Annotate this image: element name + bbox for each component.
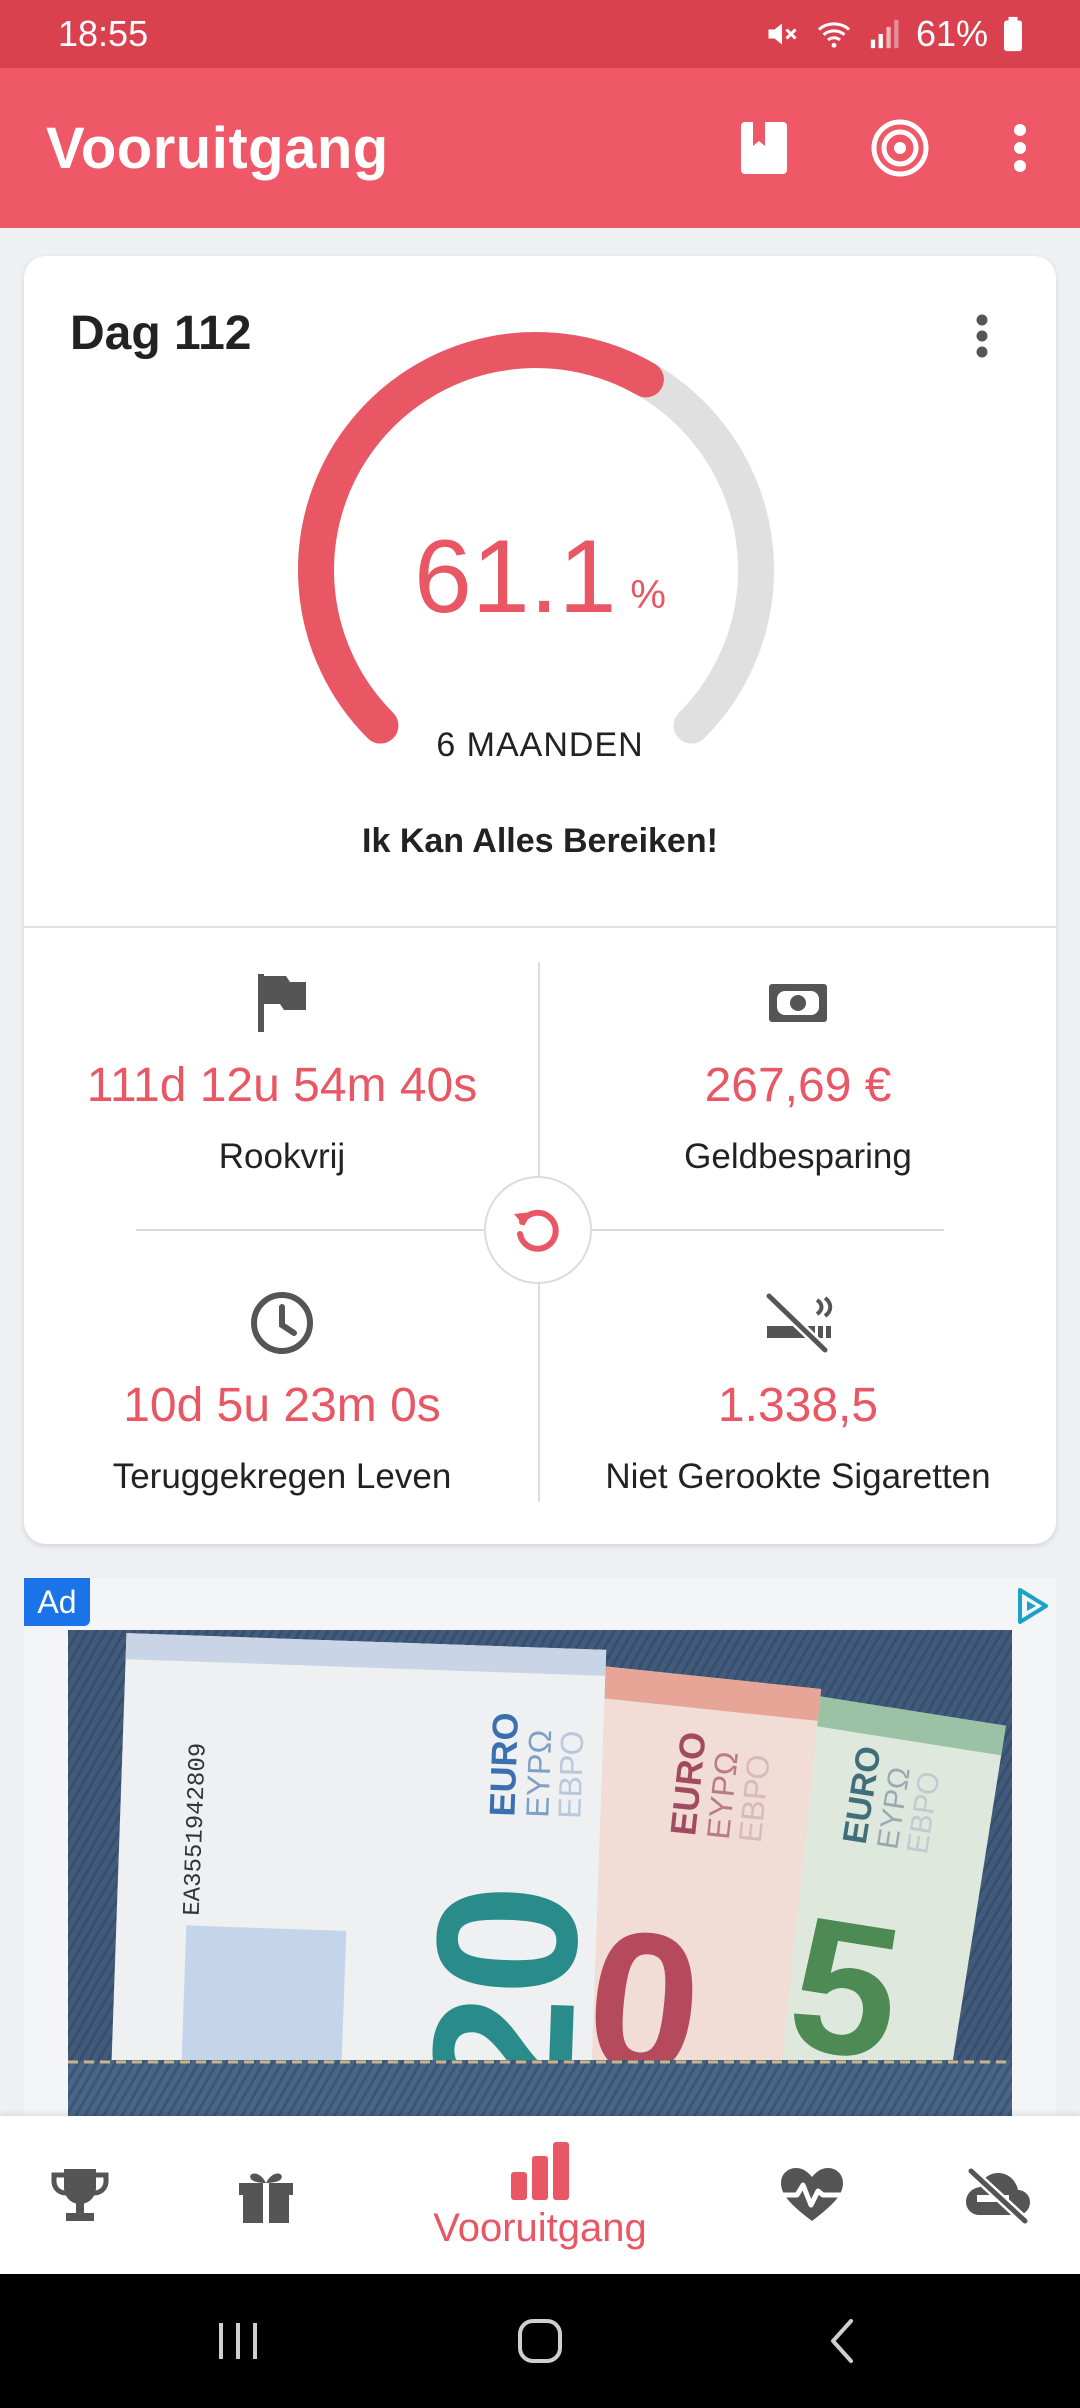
mute-icon	[768, 23, 797, 45]
back-button[interactable]	[782, 2294, 902, 2388]
progress-percent-value: 61.1	[414, 519, 617, 635]
nav-cravings[interactable]	[938, 2116, 1058, 2274]
gift-icon	[239, 2173, 293, 2223]
status-time: 18:55	[58, 13, 149, 54]
nav-progress[interactable]: Vooruitgang	[380, 2116, 700, 2274]
status-bar: 18:55 61%	[0, 0, 1080, 68]
ad-choices-icon[interactable]	[1012, 1586, 1052, 1626]
bottom-navigation: Vooruitgang	[0, 2116, 1080, 2274]
banknote-20: EA3551942809 20 EURO ΕΥΡΩ ЕВРО	[109, 1633, 621, 2118]
card-menu-button[interactable]	[952, 296, 1012, 376]
progress-percent-unit: %	[630, 573, 666, 617]
life-regained-value: 10d 5u 23m 0s	[123, 1379, 441, 1432]
bookmark-book-icon	[741, 122, 787, 174]
stat-cigarettes-not-smoked[interactable]: 1.338,5 Niet Gerookte Sigaretten	[540, 1288, 1056, 1497]
bar-chart-icon	[511, 2141, 569, 2200]
recents-icon	[219, 2323, 257, 2359]
money-saved-label: Geldbesparing	[684, 1137, 912, 1176]
ad-image[interactable]: 5 EURO ΕΥΡΩ ЕВРО 10 EURO ΕΥΡΩ ЕВРО EA355…	[68, 1630, 1012, 2118]
motivation-text: Ik Kan Alles Bereiken!	[362, 822, 718, 860]
progress-percent: 61.1%	[24, 518, 1056, 637]
more-vert-icon	[1014, 124, 1026, 172]
status-icons: 61%	[764, 13, 1024, 55]
cigarettes-not-smoked-value: 1.338,5	[717, 1379, 879, 1432]
smokefree-label: Rookvrij	[218, 1137, 346, 1176]
ad-badge: Ad	[24, 1578, 90, 1626]
back-icon	[831, 2319, 853, 2363]
nav-health[interactable]	[752, 2116, 872, 2274]
ad-banner[interactable]: 5 EURO ΕΥΡΩ ЕВРО 10 EURO ΕΥΡΩ ЕВРО EA355…	[24, 1578, 1056, 2118]
nav-achievements[interactable]	[20, 2116, 140, 2274]
system-navigation-bar	[0, 2274, 1080, 2408]
home-icon	[518, 2319, 562, 2363]
page-title: Vooruitgang	[46, 115, 389, 181]
signal-icon	[870, 19, 899, 49]
home-button[interactable]	[480, 2294, 600, 2388]
more-vert-icon	[976, 314, 988, 358]
milestone-label: 6 MAANDEN	[436, 726, 644, 764]
heartbeat-icon	[779, 2168, 845, 2221]
overflow-menu-button[interactable]	[960, 88, 1080, 208]
money-saved-value: 267,69 €	[704, 1059, 892, 1112]
flag-icon	[258, 974, 306, 1032]
day-counter: Dag 112	[70, 307, 252, 360]
reset-button[interactable]	[484, 1176, 592, 1284]
no-smoking-icon	[765, 1292, 833, 1354]
journal-button[interactable]	[704, 88, 824, 208]
clock-icon	[251, 1292, 313, 1354]
stat-life-regained[interactable]: 10d 5u 23m 0s Teruggekregen Leven	[24, 1288, 540, 1497]
progress-card: Dag 112 61.1% 6 MAANDEN Ik Kan Alles Ber…	[24, 256, 1056, 1544]
nav-rewards[interactable]	[206, 2116, 326, 2274]
divider	[24, 926, 1056, 928]
goal-button[interactable]	[840, 88, 960, 208]
battery-icon	[1004, 16, 1022, 52]
battery-percent: 61%	[915, 13, 988, 54]
nav-progress-label: Vooruitgang	[433, 2205, 647, 2250]
refresh-icon	[514, 1209, 559, 1252]
cigarettes-not-smoked-label: Niet Gerookte Sigaretten	[605, 1457, 991, 1496]
stat-smokefree[interactable]: 111d 12u 54m 40s Rookvrij	[24, 968, 540, 1177]
money-icon	[769, 984, 827, 1022]
smokefree-value: 111d 12u 54m 40s	[86, 1059, 478, 1112]
no-smoking-cloud-icon	[966, 2167, 1030, 2225]
recents-button[interactable]	[178, 2294, 298, 2388]
trophy-icon	[51, 2169, 109, 2221]
wifi-icon	[817, 22, 850, 48]
stat-money-saved[interactable]: 267,69 € Geldbesparing	[540, 968, 1056, 1177]
banknote-20-cyrillic: ЕВРО	[551, 1730, 590, 1819]
app-bar: Vooruitgang	[0, 68, 1080, 228]
target-icon	[871, 119, 929, 177]
life-regained-label: Teruggekregen Leven	[112, 1457, 452, 1496]
